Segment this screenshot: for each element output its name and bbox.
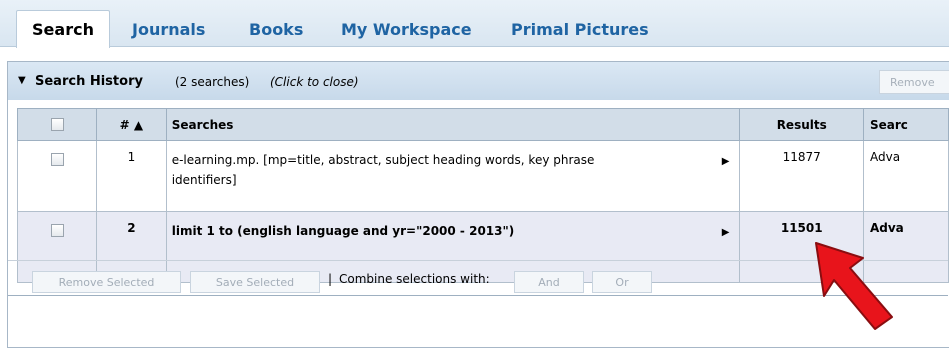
search-query-cell: e-learning.mp. [mp=title, abstract, subj… (165, 140, 741, 212)
or-button[interactable]: Or (592, 271, 652, 293)
top-tab-bar: Search Journals Books My Workspace Prima… (0, 0, 949, 48)
search-type-column-header: Searc (862, 108, 949, 141)
combine-label: Combine selections with: (339, 272, 490, 286)
collapse-caret-icon[interactable]: ▼ (18, 75, 26, 86)
row-checkbox[interactable] (50, 224, 64, 237)
number-column-header[interactable]: # ▲ (96, 108, 167, 141)
red-arrow-annotation (815, 242, 893, 330)
row-checkbox[interactable] (50, 153, 64, 166)
play-arrow-icon[interactable]: ▶ (722, 152, 730, 172)
tab-search[interactable]: Search (16, 10, 110, 48)
searches-column-header: Searches (165, 108, 741, 141)
and-button[interactable]: And (514, 271, 584, 293)
tab-books[interactable]: Books (249, 14, 303, 46)
search-history-header[interactable]: ▼ Search History (2 searches) (Click to … (8, 62, 949, 100)
search-count: (2 searches) (175, 75, 250, 89)
search-query-text[interactable]: e-learning.mp. [mp=title, abstract, subj… (172, 150, 632, 190)
search-history-title: Search History (35, 74, 143, 89)
results-column-header: Results (739, 108, 864, 141)
click-to-close-link[interactable]: (Click to close) (270, 75, 359, 89)
search-type: Adva (862, 140, 949, 212)
arrow-shape (815, 242, 893, 330)
row-select-cell (16, 140, 98, 212)
tab-journals[interactable]: Journals (132, 14, 205, 46)
row-number: 1 (96, 140, 167, 212)
tab-my-workspace[interactable]: My Workspace (341, 14, 472, 46)
select-all-checkbox[interactable] (50, 117, 64, 131)
select-all-header (16, 108, 98, 141)
play-arrow-icon[interactable]: ▶ (722, 223, 730, 243)
tab-primal-pictures[interactable]: Primal Pictures (511, 14, 649, 46)
results-count[interactable]: 11877 (739, 140, 864, 212)
toolbar-divider: | (328, 272, 333, 286)
table-header-row: # ▲ Searches Results Searc (16, 108, 949, 141)
table-row: 1 e-learning.mp. [mp=title, abstract, su… (16, 140, 949, 212)
save-selected-button[interactable]: Save Selected (190, 271, 320, 293)
remove-selected-button[interactable]: Remove Selected (32, 271, 181, 293)
search-query-text[interactable]: limit 1 to (english language and yr="200… (172, 221, 739, 241)
remove-button[interactable]: Remove (879, 70, 949, 94)
